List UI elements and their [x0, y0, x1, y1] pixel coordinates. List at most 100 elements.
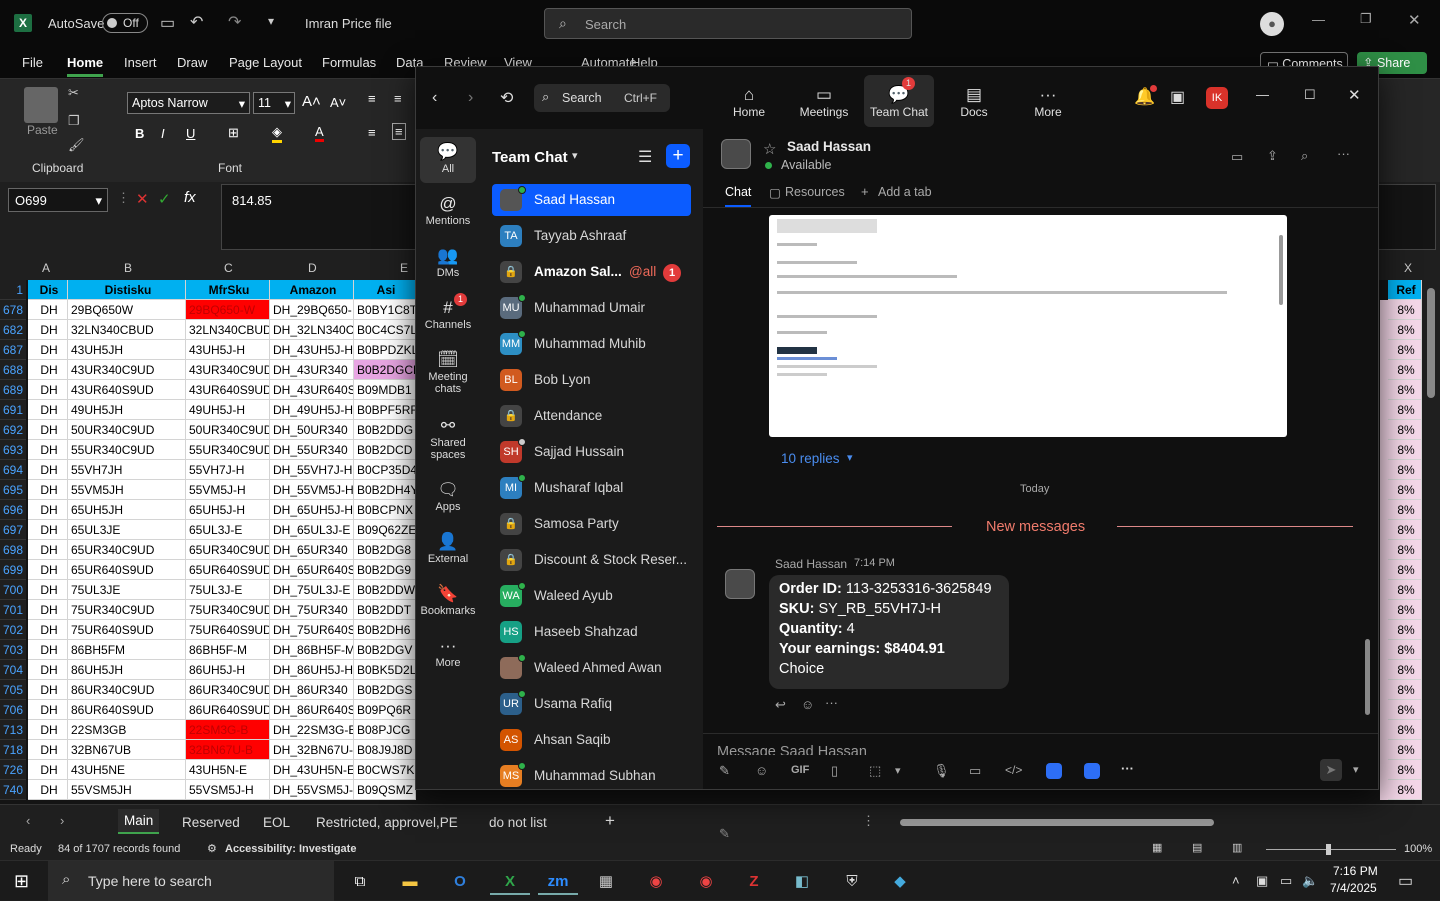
cell-c[interactable]: 75UR340C9UD	[186, 600, 270, 620]
rail-mentions[interactable]: @ Mentions	[420, 189, 476, 227]
normal-view-icon[interactable]: ▦	[1152, 841, 1162, 854]
cell-a[interactable]: DH	[28, 360, 68, 380]
code-icon[interactable]: </>	[1005, 763, 1022, 777]
cell-d[interactable]: DH_86UH5J-H	[270, 660, 354, 680]
replies-link[interactable]: 10 replies	[781, 451, 840, 466]
user-avatar[interactable]: IK	[1206, 87, 1228, 109]
message-bubble[interactable]: Order ID: 113-3253316-3625849 SKU: SY_RB…	[769, 575, 1009, 689]
horizontal-scrollbar[interactable]	[888, 817, 1418, 827]
file-icon[interactable]: ▯	[831, 763, 838, 779]
minimize-icon[interactable]: —	[1256, 87, 1269, 102]
cell-e[interactable]: B0CWS7K	[354, 760, 416, 780]
cell-e[interactable]: B09Q62ZE	[354, 520, 416, 540]
cell-e[interactable]: B0B2DGV	[354, 640, 416, 660]
cell-e[interactable]: B0BY1C8T	[354, 300, 416, 320]
task-view-icon[interactable]: ⧉	[340, 869, 380, 895]
microphone-icon[interactable]: 🎙	[933, 763, 950, 779]
row-number[interactable]: 695	[0, 480, 26, 500]
cell-c[interactable]: 65UR340C9UD	[186, 540, 270, 560]
email-screenshot-attachment[interactable]	[769, 215, 1287, 437]
cell-b[interactable]: 55UR340C9UD	[68, 440, 186, 460]
chat-list-item[interactable]: MI Musharaf Iqbal	[492, 472, 691, 504]
screenshot-icon[interactable]: ⬚	[869, 763, 881, 779]
cell-e[interactable]: B0CP35D4	[354, 460, 416, 480]
row-number[interactable]: 713	[0, 720, 26, 740]
cell-a[interactable]: DH	[28, 600, 68, 620]
cell-b[interactable]: 43UH5JH	[68, 340, 186, 360]
undo-icon[interactable]: ↶	[190, 12, 203, 32]
cell-x[interactable]: 8%	[1388, 620, 1422, 640]
insert-function-icon[interactable]: fx	[184, 189, 196, 206]
column-w-strip[interactable]	[1380, 300, 1388, 800]
star-icon[interactable]: ☆	[763, 140, 776, 158]
cell-x[interactable]: 8%	[1388, 320, 1422, 340]
cell-b[interactable]: 55VSM5JH	[68, 780, 186, 800]
cell-c[interactable]: 50UR340C9UD	[186, 420, 270, 440]
header-cell-b[interactable]: Distisku	[68, 280, 186, 300]
rail-shared-spaces[interactable]: ⚯ Shared spaces	[420, 411, 476, 461]
redo-icon[interactable]: ↷	[228, 12, 241, 32]
cell-x[interactable]: 8%	[1388, 720, 1422, 740]
sheet-tab-restricted[interactable]: Restricted, approvel,PE	[316, 815, 458, 830]
cell-b[interactable]: 55VM5JH	[68, 480, 186, 500]
tray-app-icon[interactable]: ▣	[1256, 873, 1268, 889]
header-cell-x[interactable]: Ref	[1388, 280, 1422, 300]
row-number[interactable]: 705	[0, 680, 26, 700]
rail-bookmarks[interactable]: 🔖 Bookmarks	[420, 579, 476, 617]
add-tab-icon[interactable]: +	[861, 184, 869, 199]
cell-c[interactable]: 55UR340C9UD	[186, 440, 270, 460]
cell-c[interactable]: 65UR640S9UD	[186, 560, 270, 580]
security-shield-icon[interactable]: ⛨	[832, 869, 872, 895]
clock-date[interactable]: 7/4/2025	[1330, 881, 1377, 895]
excel-taskbar-icon[interactable]: X	[490, 869, 530, 895]
cell-b[interactable]: 75UR340C9UD	[68, 600, 186, 620]
chrome-icon[interactable]: ◉	[636, 869, 676, 895]
cell-a[interactable]: DH	[28, 320, 68, 340]
close-icon[interactable]: ✕	[1348, 86, 1361, 104]
chat-list-item[interactable]: MM Muhammad Muhib	[492, 328, 691, 360]
cell-a[interactable]: DH	[28, 740, 68, 760]
cell-b[interactable]: 86UR340C9UD	[68, 680, 186, 700]
cell-a[interactable]: DH	[28, 400, 68, 420]
cell-b[interactable]: 32BN67UB	[68, 740, 186, 760]
cell-b[interactable]: 65UR640S9UD	[68, 560, 186, 580]
cell-e[interactable]: B0B2DG9	[354, 560, 416, 580]
menu-insert[interactable]: Insert	[124, 55, 157, 70]
cell-d[interactable]: DH_86UR340	[270, 680, 354, 700]
history-icon[interactable]: ⟲	[500, 88, 513, 108]
cell-b[interactable]: 86BH5FM	[68, 640, 186, 660]
chat-list-item[interactable]: UR Usama Rafiq	[492, 688, 691, 720]
decrease-font-icon[interactable]: A˅	[330, 95, 346, 110]
sheet-tab-do-not-list[interactable]: do not list	[489, 815, 547, 830]
cell-a[interactable]: DH	[28, 300, 68, 320]
back-icon[interactable]: ‹	[432, 89, 437, 107]
sheet-tab-main[interactable]: Main	[118, 809, 160, 834]
cell-x[interactable]: 8%	[1388, 740, 1422, 760]
cell-e[interactable]: B0B2DGCL	[354, 360, 416, 380]
chat-list-item[interactable]: SH Sajjad Hussain	[492, 436, 691, 468]
chrome-profile-icon[interactable]: ◉	[686, 869, 726, 895]
cell-e[interactable]: B0B2DDW	[354, 580, 416, 600]
cell-x[interactable]: 8%	[1388, 760, 1422, 780]
chevron-down-icon[interactable]: ▾	[572, 149, 578, 162]
rail-meeting-chats[interactable]: 🗓 Meeting chats	[420, 345, 476, 395]
col-letter-e[interactable]: E	[400, 261, 408, 275]
row-number[interactable]: 696	[0, 500, 26, 520]
cell-c[interactable]: 55VSM5J-H	[186, 780, 270, 800]
cell-e[interactable]: B0B2DG8	[354, 540, 416, 560]
row-number[interactable]: 697	[0, 520, 26, 540]
chat-list-item[interactable]: Saad Hassan	[492, 184, 691, 216]
forward-icon[interactable]: ›	[468, 89, 473, 107]
cell-d[interactable]: DH_43UR640S	[270, 380, 354, 400]
cell-x[interactable]: 8%	[1388, 420, 1422, 440]
cell-e[interactable]: B08PJCG	[354, 720, 416, 740]
cell-c[interactable]: 86UH5J-H	[186, 660, 270, 680]
cell-a[interactable]: DH	[28, 660, 68, 680]
cell-b[interactable]: 43UH5NE	[68, 760, 186, 780]
cell-c[interactable]: 32BN67U-B	[186, 740, 270, 760]
nav-team-chat[interactable]: 💬 Team Chat 1	[864, 75, 934, 127]
cell-d[interactable]: DH_55VSM5J-	[270, 780, 354, 800]
more-icon[interactable]: ···	[825, 695, 838, 710]
cell-d[interactable]: DH_22SM3G-B	[270, 720, 354, 740]
video-message-icon[interactable]: ▭	[969, 763, 981, 779]
